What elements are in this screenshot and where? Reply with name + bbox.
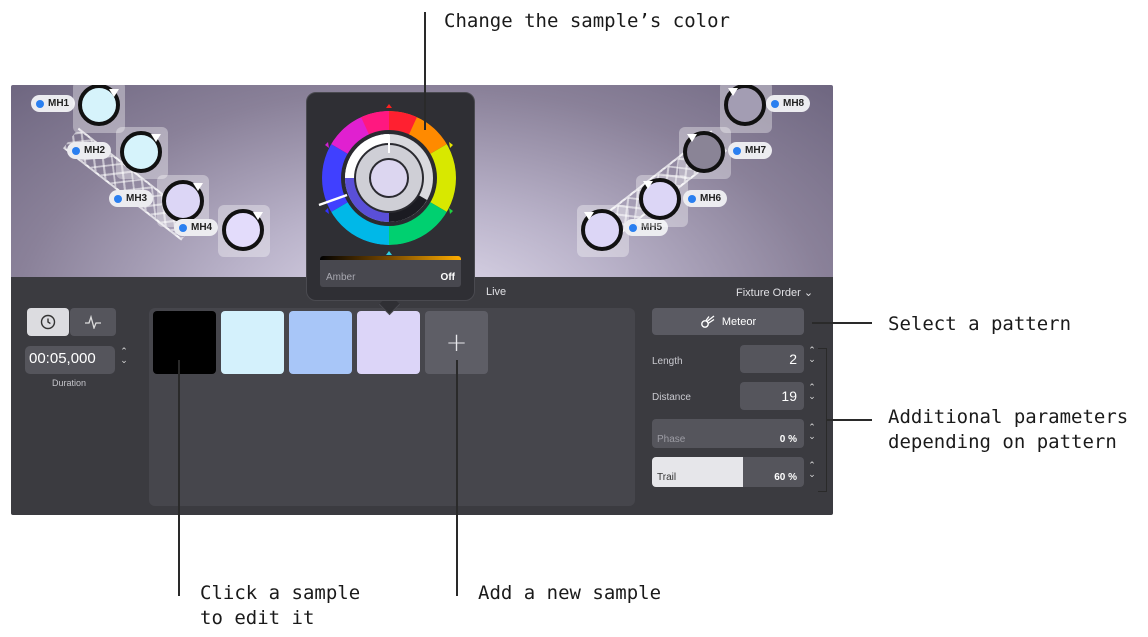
fixture-label-mh4[interactable]: MH4 [174,219,219,236]
amber-label: Amber [326,272,356,283]
fixture-direction-icon [193,183,203,191]
callout-line-pattern [812,322,872,324]
fixture-label-mh7[interactable]: MH7 [728,142,773,159]
callout-params-1: Additional parameters [888,406,1129,428]
callout-click-2: to edit it [200,607,315,629]
fixture-label-mh3[interactable]: MH3 [109,190,154,207]
param-distance-label: Distance [652,392,691,403]
callout-line-click [178,360,180,596]
clock-icon [40,314,56,330]
duration-stepper[interactable]: ⌃ ⌄ [119,348,129,366]
fixture-direction-icon [253,212,263,220]
param-trail-stepper[interactable]: ⌃ ⌄ [807,462,817,480]
status-dot [179,223,187,232]
fixture-order-menu[interactable]: Fixture Order ⌄ [736,286,813,299]
pattern-name: Meteor [721,315,757,328]
color-wheel[interactable] [307,93,474,263]
param-distance-field[interactable]: 19 [740,382,804,410]
callout-line-params [826,419,872,421]
callout-color: Change the sample’s color [444,10,730,32]
param-length-field[interactable]: 2 [740,345,804,373]
param-length-stepper[interactable]: ⌃ ⌄ [807,347,817,365]
param-phase-value: 0 % [779,434,797,445]
callout-click-1: Click a sample [200,582,361,604]
status-dot [733,146,741,155]
plus-icon: + [445,327,468,358]
amber-gradient-bar [320,256,461,260]
param-length-label: Length [652,356,683,367]
pulse-icon [85,315,101,329]
time-mode-button[interactable] [27,308,69,336]
status-dot [688,194,696,203]
status-dot [629,223,637,232]
sample-swatch-2[interactable] [221,311,284,374]
duration-value: 00:05,000 [29,350,96,367]
fixture-direction-icon [643,181,653,189]
param-trail-label: Trail [657,472,677,483]
status-dot [72,146,80,155]
meteor-icon [700,314,715,328]
fixture-direction-icon [687,134,697,142]
fixture-label-mh2[interactable]: MH2 [67,142,112,159]
param-phase-label: Phase [657,434,686,445]
param-phase-stepper[interactable]: ⌃ ⌄ [807,424,817,442]
callout-pattern: Select a pattern [888,313,1072,335]
fixture-direction-icon [584,212,594,220]
sample-swatch-4[interactable] [357,311,420,374]
fixture-label-mh1[interactable]: MH1 [31,95,76,112]
sample-swatch-1[interactable] [153,311,216,374]
beat-mode-button[interactable] [70,308,116,336]
fixture-direction-icon [109,89,119,97]
param-trail-slider[interactable]: Trail 60 % [652,457,804,487]
sample-swatch-3[interactable] [289,311,352,374]
amber-slider[interactable]: Amber Off [320,256,461,287]
fixture-label-mh8[interactable]: MH8 [766,95,811,112]
selected-color-preview [369,158,409,198]
callout-line-color [424,12,426,130]
callout-add: Add a new sample [478,582,662,604]
callout-line-add [456,360,458,596]
fixture-direction-icon [151,134,161,142]
color-picker-popover: Amber Off [306,92,475,301]
pattern-select-button[interactable]: Meteor [652,308,804,335]
status-dot [114,194,122,203]
duration-field[interactable]: 00:05,000 [25,346,115,374]
param-phase-slider[interactable]: Phase 0 % [652,419,804,448]
live-label: Live [486,286,507,298]
callout-params-2: depending on pattern [888,431,1117,453]
fixture-direction-icon [728,88,738,96]
param-trail-value: 60 % [774,472,797,483]
status-dot [36,99,44,108]
param-distance-stepper[interactable]: ⌃ ⌄ [807,384,817,402]
duration-label: Duration [52,378,87,388]
fixture-label-mh6[interactable]: MH6 [683,190,728,207]
amber-value: Off [440,272,455,283]
status-dot [771,99,779,108]
